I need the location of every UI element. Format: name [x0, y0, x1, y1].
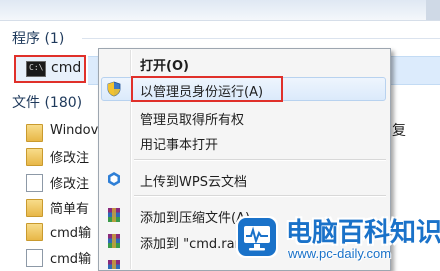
document-icon	[26, 174, 43, 192]
menu-item-label: 上传到WPS云文档	[140, 175, 247, 190]
file-label: 简单有	[50, 202, 90, 217]
menu-item-label: 用记事本打开	[140, 138, 219, 153]
watermark-url: www.pc-daily.com	[288, 246, 392, 261]
folder-icon	[26, 124, 43, 142]
watermark-title: 电脑百科知识	[286, 218, 440, 248]
window-top-strip	[0, 0, 440, 21]
menu-item-open-with-notepad[interactable]: 用记事本打开	[100, 131, 387, 153]
file-label: 修改注	[50, 151, 90, 166]
document-icon	[26, 249, 43, 267]
menu-separator	[134, 195, 386, 197]
uac-shield-icon	[107, 81, 121, 97]
file-label: cmd输	[50, 252, 92, 267]
winrar-icon	[108, 208, 120, 222]
file-label: Windov	[50, 123, 99, 138]
winrar-icon	[108, 234, 120, 248]
scroll-edge	[426, 0, 440, 20]
folder-icon	[26, 199, 43, 217]
files-group-header: 文件 (180)	[12, 95, 83, 111]
file-label: cmd输	[50, 226, 92, 241]
menu-separator	[134, 159, 386, 161]
monitor-logo-icon	[236, 216, 278, 258]
programs-group-header: 程序 (1)	[12, 31, 65, 47]
wps-cloud-icon	[108, 172, 120, 186]
menu-item-label: 打开(O)	[140, 59, 189, 74]
partial-text: 复	[392, 123, 406, 139]
file-label: 修改注	[50, 177, 90, 192]
cmd-icon: C:\	[26, 61, 46, 77]
folder-icon	[26, 223, 43, 241]
run-as-admin-callout	[131, 76, 283, 102]
menu-item-label: 管理员取得所有权	[140, 113, 245, 128]
folder-icon	[26, 148, 43, 166]
group-divider	[82, 38, 440, 39]
menu-item-take-ownership[interactable]: 管理员取得所有权	[100, 106, 387, 128]
site-watermark: 电脑百科知识 www.pc-daily.com	[228, 210, 440, 269]
menu-item-upload-wps[interactable]: 上传到WPS云文档	[100, 168, 387, 190]
menu-item-open[interactable]: 打开(O)	[100, 52, 387, 74]
winrar-icon	[108, 260, 120, 269]
cmd-result-label: cmd	[51, 60, 82, 76]
